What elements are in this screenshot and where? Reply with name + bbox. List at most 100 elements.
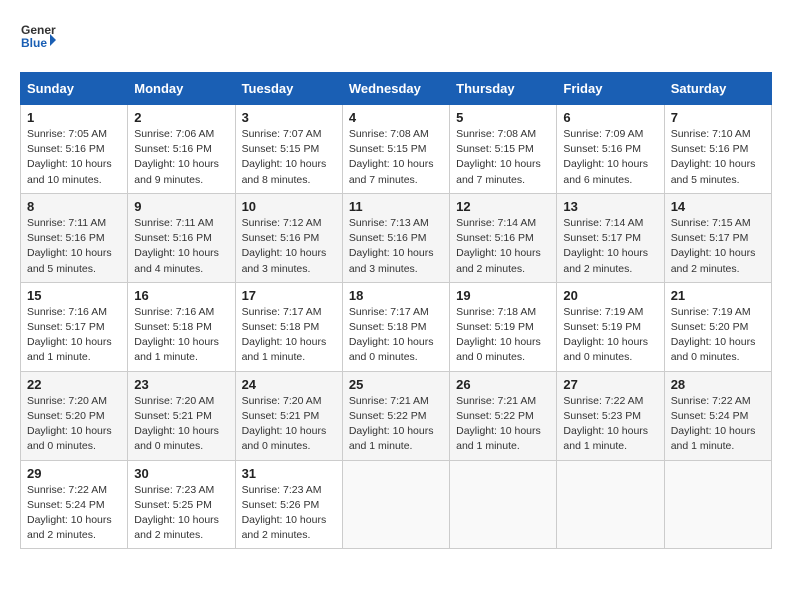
calendar-cell: 29 Sunrise: 7:22 AM Sunset: 5:24 PM Dayli… bbox=[21, 460, 128, 549]
day-info: Sunrise: 7:20 AM Sunset: 5:20 PM Dayligh… bbox=[27, 394, 121, 455]
calendar-cell: 24 Sunrise: 7:20 AM Sunset: 5:21 PM Dayli… bbox=[235, 371, 342, 460]
day-number: 20 bbox=[563, 288, 657, 303]
calendar-cell: 7Sunrise: 7:10 AM Sunset: 5:16 PM Daylig… bbox=[664, 105, 771, 194]
calendar-cell: 9 Sunrise: 7:11 AM Sunset: 5:16 PM Daylig… bbox=[128, 193, 235, 282]
day-number: 26 bbox=[456, 377, 550, 392]
day-number: 21 bbox=[671, 288, 765, 303]
logo: General Blue bbox=[20, 20, 56, 56]
day-number: 10 bbox=[242, 199, 336, 214]
day-number: 4 bbox=[349, 110, 443, 125]
day-info: Sunrise: 7:14 AM Sunset: 5:17 PM Dayligh… bbox=[563, 216, 657, 277]
day-info: Sunrise: 7:21 AM Sunset: 5:22 PM Dayligh… bbox=[349, 394, 443, 455]
day-info: Sunrise: 7:22 AM Sunset: 5:23 PM Dayligh… bbox=[563, 394, 657, 455]
day-number: 11 bbox=[349, 199, 443, 214]
day-info: Sunrise: 7:10 AM Sunset: 5:16 PM Dayligh… bbox=[671, 127, 765, 188]
day-number: 22 bbox=[27, 377, 121, 392]
weekday-header-row: SundayMondayTuesdayWednesdayThursdayFrid… bbox=[21, 73, 772, 105]
day-number: 16 bbox=[134, 288, 228, 303]
day-number: 30 bbox=[134, 466, 228, 481]
day-number: 3 bbox=[242, 110, 336, 125]
calendar-cell: 16 Sunrise: 7:16 AM Sunset: 5:18 PM Dayli… bbox=[128, 282, 235, 371]
calendar-cell: 22 Sunrise: 7:20 AM Sunset: 5:20 PM Dayli… bbox=[21, 371, 128, 460]
calendar-week-row: 8 Sunrise: 7:11 AM Sunset: 5:16 PM Daylig… bbox=[21, 193, 772, 282]
day-number: 23 bbox=[134, 377, 228, 392]
calendar-cell: 2 Sunrise: 7:06 AM Sunset: 5:16 PM Daylig… bbox=[128, 105, 235, 194]
day-info: Sunrise: 7:16 AM Sunset: 5:17 PM Dayligh… bbox=[27, 305, 121, 366]
calendar-week-row: 29 Sunrise: 7:22 AM Sunset: 5:24 PM Dayli… bbox=[21, 460, 772, 549]
calendar-cell: 26Sunrise: 7:21 AM Sunset: 5:22 PM Dayli… bbox=[450, 371, 557, 460]
weekday-header-friday: Friday bbox=[557, 73, 664, 105]
day-info: Sunrise: 7:22 AM Sunset: 5:24 PM Dayligh… bbox=[27, 483, 121, 544]
day-number: 1 bbox=[27, 110, 121, 125]
day-info: Sunrise: 7:12 AM Sunset: 5:16 PM Dayligh… bbox=[242, 216, 336, 277]
day-info: Sunrise: 7:15 AM Sunset: 5:17 PM Dayligh… bbox=[671, 216, 765, 277]
calendar-cell bbox=[342, 460, 449, 549]
day-number: 28 bbox=[671, 377, 765, 392]
day-number: 9 bbox=[134, 199, 228, 214]
day-info: Sunrise: 7:11 AM Sunset: 5:16 PM Dayligh… bbox=[27, 216, 121, 277]
day-info: Sunrise: 7:05 AM Sunset: 5:16 PM Dayligh… bbox=[27, 127, 121, 188]
calendar-cell: 19 Sunrise: 7:18 AM Sunset: 5:19 PM Dayli… bbox=[450, 282, 557, 371]
calendar-cell: 23 Sunrise: 7:20 AM Sunset: 5:21 PM Dayli… bbox=[128, 371, 235, 460]
calendar-cell: 20Sunrise: 7:19 AM Sunset: 5:19 PM Dayli… bbox=[557, 282, 664, 371]
logo-container: General Blue bbox=[20, 20, 56, 56]
svg-text:Blue: Blue bbox=[21, 36, 47, 50]
calendar-cell: 21 Sunrise: 7:19 AM Sunset: 5:20 PM Dayli… bbox=[664, 282, 771, 371]
calendar-cell bbox=[557, 460, 664, 549]
calendar-cell bbox=[450, 460, 557, 549]
day-info: Sunrise: 7:06 AM Sunset: 5:16 PM Dayligh… bbox=[134, 127, 228, 188]
calendar-week-row: 1 Sunrise: 7:05 AM Sunset: 5:16 PM Daylig… bbox=[21, 105, 772, 194]
day-info: Sunrise: 7:20 AM Sunset: 5:21 PM Dayligh… bbox=[242, 394, 336, 455]
day-info: Sunrise: 7:20 AM Sunset: 5:21 PM Dayligh… bbox=[134, 394, 228, 455]
calendar-cell: 18 Sunrise: 7:17 AM Sunset: 5:18 PM Dayli… bbox=[342, 282, 449, 371]
day-info: Sunrise: 7:08 AM Sunset: 5:15 PM Dayligh… bbox=[349, 127, 443, 188]
day-number: 8 bbox=[27, 199, 121, 214]
calendar-cell: 28Sunrise: 7:22 AM Sunset: 5:24 PM Dayli… bbox=[664, 371, 771, 460]
day-number: 29 bbox=[27, 466, 121, 481]
day-info: Sunrise: 7:07 AM Sunset: 5:15 PM Dayligh… bbox=[242, 127, 336, 188]
day-number: 24 bbox=[242, 377, 336, 392]
calendar-cell: 17 Sunrise: 7:17 AM Sunset: 5:18 PM Dayli… bbox=[235, 282, 342, 371]
day-number: 13 bbox=[563, 199, 657, 214]
day-info: Sunrise: 7:19 AM Sunset: 5:20 PM Dayligh… bbox=[671, 305, 765, 366]
day-info: Sunrise: 7:18 AM Sunset: 5:19 PM Dayligh… bbox=[456, 305, 550, 366]
calendar-cell: 1 Sunrise: 7:05 AM Sunset: 5:16 PM Daylig… bbox=[21, 105, 128, 194]
calendar-cell: 27 Sunrise: 7:22 AM Sunset: 5:23 PM Dayli… bbox=[557, 371, 664, 460]
calendar-cell: 8 Sunrise: 7:11 AM Sunset: 5:16 PM Daylig… bbox=[21, 193, 128, 282]
day-number: 27 bbox=[563, 377, 657, 392]
weekday-header-saturday: Saturday bbox=[664, 73, 771, 105]
day-number: 25 bbox=[349, 377, 443, 392]
day-number: 12 bbox=[456, 199, 550, 214]
day-info: Sunrise: 7:11 AM Sunset: 5:16 PM Dayligh… bbox=[134, 216, 228, 277]
day-number: 14 bbox=[671, 199, 765, 214]
calendar-week-row: 15 Sunrise: 7:16 AM Sunset: 5:17 PM Dayli… bbox=[21, 282, 772, 371]
day-number: 15 bbox=[27, 288, 121, 303]
day-info: Sunrise: 7:16 AM Sunset: 5:18 PM Dayligh… bbox=[134, 305, 228, 366]
calendar-cell: 15 Sunrise: 7:16 AM Sunset: 5:17 PM Dayli… bbox=[21, 282, 128, 371]
calendar-week-row: 22 Sunrise: 7:20 AM Sunset: 5:20 PM Dayli… bbox=[21, 371, 772, 460]
calendar-cell: 10 Sunrise: 7:12 AM Sunset: 5:16 PM Dayli… bbox=[235, 193, 342, 282]
day-info: Sunrise: 7:23 AM Sunset: 5:25 PM Dayligh… bbox=[134, 483, 228, 544]
day-number: 19 bbox=[456, 288, 550, 303]
calendar-cell: 30 Sunrise: 7:23 AM Sunset: 5:25 PM Dayli… bbox=[128, 460, 235, 549]
day-number: 2 bbox=[134, 110, 228, 125]
calendar-cell: 5Sunrise: 7:08 AM Sunset: 5:15 PM Daylig… bbox=[450, 105, 557, 194]
day-number: 17 bbox=[242, 288, 336, 303]
calendar-cell: 13 Sunrise: 7:14 AM Sunset: 5:17 PM Dayli… bbox=[557, 193, 664, 282]
day-info: Sunrise: 7:14 AM Sunset: 5:16 PM Dayligh… bbox=[456, 216, 550, 277]
day-info: Sunrise: 7:17 AM Sunset: 5:18 PM Dayligh… bbox=[242, 305, 336, 366]
day-info: Sunrise: 7:13 AM Sunset: 5:16 PM Dayligh… bbox=[349, 216, 443, 277]
calendar-cell: 3 Sunrise: 7:07 AM Sunset: 5:15 PM Daylig… bbox=[235, 105, 342, 194]
calendar-cell: 12 Sunrise: 7:14 AM Sunset: 5:16 PM Dayli… bbox=[450, 193, 557, 282]
calendar-cell bbox=[664, 460, 771, 549]
calendar-cell: 6Sunrise: 7:09 AM Sunset: 5:16 PM Daylig… bbox=[557, 105, 664, 194]
day-number: 5 bbox=[456, 110, 550, 125]
calendar-table: SundayMondayTuesdayWednesdayThursdayFrid… bbox=[20, 72, 772, 549]
page-header: General Blue bbox=[20, 20, 772, 56]
day-number: 18 bbox=[349, 288, 443, 303]
weekday-header-thursday: Thursday bbox=[450, 73, 557, 105]
weekday-header-sunday: Sunday bbox=[21, 73, 128, 105]
day-info: Sunrise: 7:17 AM Sunset: 5:18 PM Dayligh… bbox=[349, 305, 443, 366]
calendar-cell: 11 Sunrise: 7:13 AM Sunset: 5:16 PM Dayli… bbox=[342, 193, 449, 282]
day-info: Sunrise: 7:23 AM Sunset: 5:26 PM Dayligh… bbox=[242, 483, 336, 544]
